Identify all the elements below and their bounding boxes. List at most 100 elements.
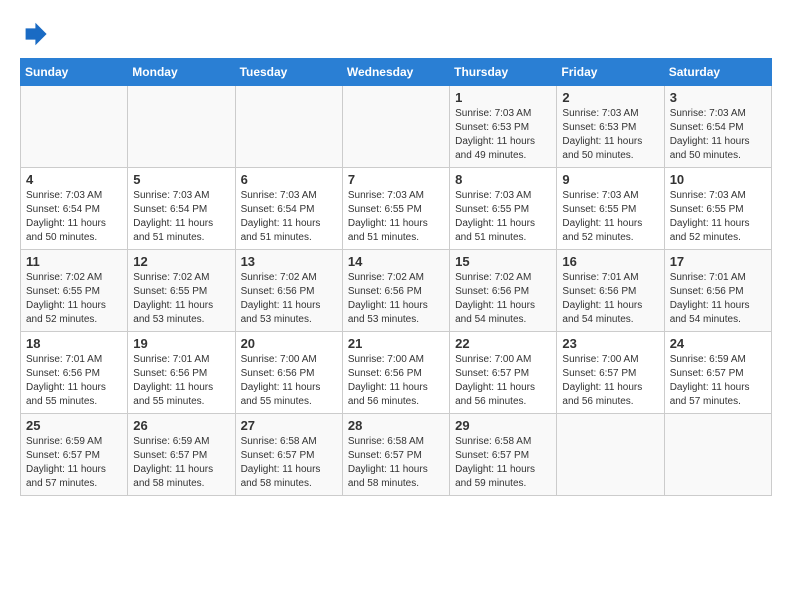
column-header-sunday: Sunday — [21, 59, 128, 86]
calendar-cell: 5 Sunrise: 7:03 AMSunset: 6:54 PMDaylight… — [128, 168, 235, 250]
page-header — [20, 20, 772, 48]
day-number: 5 — [133, 172, 229, 187]
calendar-cell: 16 Sunrise: 7:01 AMSunset: 6:56 PMDayligh… — [557, 250, 664, 332]
calendar-cell: 9 Sunrise: 7:03 AMSunset: 6:55 PMDaylight… — [557, 168, 664, 250]
day-info: Sunrise: 7:03 AMSunset: 6:54 PMDaylight:… — [241, 189, 337, 245]
calendar-cell: 12 Sunrise: 7:02 AMSunset: 6:55 PMDayligh… — [128, 250, 235, 332]
calendar-cell: 6Sunrise: 7:03 AMSunset: 6:54 PMDaylight… — [235, 168, 342, 250]
day-info: Sunrise: 7:03 AMSunset: 6:55 PMDaylight:… — [455, 189, 551, 245]
day-info: Sunrise: 6:58 AMSunset: 6:57 PMDaylight:… — [348, 435, 444, 491]
day-number: 28 — [348, 418, 444, 433]
day-info: Sunrise: 7:01 AMSunset: 6:56 PMDaylight:… — [133, 353, 229, 409]
day-number: 22 — [455, 336, 551, 351]
day-number: 25 — [26, 418, 122, 433]
calendar-cell — [128, 86, 235, 168]
calendar-cell — [557, 414, 664, 496]
calendar-cell: 8 Sunrise: 7:03 AMSunset: 6:55 PMDaylight… — [450, 168, 557, 250]
calendar-header: SundayMondayTuesdayWednesdayThursdayFrid… — [21, 59, 772, 86]
day-number: 7 — [348, 172, 444, 187]
column-header-tuesday: Tuesday — [235, 59, 342, 86]
calendar-cell: 19 Sunrise: 7:01 AMSunset: 6:56 PMDayligh… — [128, 332, 235, 414]
calendar-cell: 25 Sunrise: 6:59 AMSunset: 6:57 PMDayligh… — [21, 414, 128, 496]
calendar-cell: 17Sunrise: 7:01 AMSunset: 6:56 PMDayligh… — [664, 250, 771, 332]
day-info: Sunrise: 7:03 AMSunset: 6:54 PMDaylight:… — [670, 107, 766, 163]
day-info: Sunrise: 7:03 AMSunset: 6:55 PMDaylight:… — [562, 189, 658, 245]
calendar-cell: 24Sunrise: 6:59 AMSunset: 6:57 PMDayligh… — [664, 332, 771, 414]
day-number: 24 — [670, 336, 766, 351]
day-info: Sunrise: 7:03 AMSunset: 6:54 PMDaylight:… — [133, 189, 229, 245]
day-info: Sunrise: 7:00 AMSunset: 6:57 PMDaylight:… — [455, 353, 551, 409]
calendar-cell: 20Sunrise: 7:00 AMSunset: 6:56 PMDayligh… — [235, 332, 342, 414]
day-info: Sunrise: 7:02 AMSunset: 6:56 PMDaylight:… — [348, 271, 444, 327]
day-number: 2 — [562, 90, 658, 105]
day-number: 18 — [26, 336, 122, 351]
day-number: 16 — [562, 254, 658, 269]
column-header-monday: Monday — [128, 59, 235, 86]
day-number: 19 — [133, 336, 229, 351]
day-info: Sunrise: 7:01 AMSunset: 6:56 PMDaylight:… — [26, 353, 122, 409]
header-row: SundayMondayTuesdayWednesdayThursdayFrid… — [21, 59, 772, 86]
week-row-2: 4 Sunrise: 7:03 AMSunset: 6:54 PMDaylight… — [21, 168, 772, 250]
day-info: Sunrise: 7:03 AMSunset: 6:53 PMDaylight:… — [455, 107, 551, 163]
day-number: 14 — [348, 254, 444, 269]
day-number: 21 — [348, 336, 444, 351]
day-number: 29 — [455, 418, 551, 433]
calendar-cell: 15 Sunrise: 7:02 AMSunset: 6:56 PMDayligh… — [450, 250, 557, 332]
calendar-cell: 13 Sunrise: 7:02 AMSunset: 6:56 PMDayligh… — [235, 250, 342, 332]
day-number: 20 — [241, 336, 337, 351]
day-number: 4 — [26, 172, 122, 187]
day-number: 12 — [133, 254, 229, 269]
day-number: 23 — [562, 336, 658, 351]
day-info: Sunrise: 7:03 AMSunset: 6:55 PMDaylight:… — [348, 189, 444, 245]
logo — [20, 20, 52, 48]
column-header-saturday: Saturday — [664, 59, 771, 86]
calendar-cell — [235, 86, 342, 168]
calendar-table: SundayMondayTuesdayWednesdayThursdayFrid… — [20, 58, 772, 496]
calendar-cell: 11Sunrise: 7:02 AMSunset: 6:55 PMDayligh… — [21, 250, 128, 332]
calendar-cell: 27 Sunrise: 6:58 AMSunset: 6:57 PMDayligh… — [235, 414, 342, 496]
day-info: Sunrise: 7:02 AMSunset: 6:55 PMDaylight:… — [133, 271, 229, 327]
calendar-cell: 22 Sunrise: 7:00 AMSunset: 6:57 PMDayligh… — [450, 332, 557, 414]
day-number: 1 — [455, 90, 551, 105]
day-info: Sunrise: 6:58 AMSunset: 6:57 PMDaylight:… — [241, 435, 337, 491]
day-number: 15 — [455, 254, 551, 269]
day-info: Sunrise: 6:58 AMSunset: 6:57 PMDaylight:… — [455, 435, 551, 491]
day-number: 9 — [562, 172, 658, 187]
day-info: Sunrise: 7:00 AMSunset: 6:57 PMDaylight:… — [562, 353, 658, 409]
week-row-4: 18 Sunrise: 7:01 AMSunset: 6:56 PMDayligh… — [21, 332, 772, 414]
calendar-cell: 7 Sunrise: 7:03 AMSunset: 6:55 PMDaylight… — [342, 168, 449, 250]
day-info: Sunrise: 7:01 AMSunset: 6:56 PMDaylight:… — [562, 271, 658, 327]
day-number: 10 — [670, 172, 766, 187]
day-info: Sunrise: 7:03 AMSunset: 6:54 PMDaylight:… — [26, 189, 122, 245]
day-info: Sunrise: 7:02 AMSunset: 6:56 PMDaylight:… — [241, 271, 337, 327]
calendar-cell: 10 Sunrise: 7:03 AMSunset: 6:55 PMDayligh… — [664, 168, 771, 250]
day-info: Sunrise: 7:00 AMSunset: 6:56 PMDaylight:… — [348, 353, 444, 409]
calendar-cell: 1 Sunrise: 7:03 AMSunset: 6:53 PMDaylight… — [450, 86, 557, 168]
day-number: 13 — [241, 254, 337, 269]
day-info: Sunrise: 7:01 AMSunset: 6:56 PMDaylight:… — [670, 271, 766, 327]
calendar-cell: 3Sunrise: 7:03 AMSunset: 6:54 PMDaylight… — [664, 86, 771, 168]
day-info: Sunrise: 7:03 AMSunset: 6:53 PMDaylight:… — [562, 107, 658, 163]
day-number: 26 — [133, 418, 229, 433]
column-header-thursday: Thursday — [450, 59, 557, 86]
week-row-5: 25 Sunrise: 6:59 AMSunset: 6:57 PMDayligh… — [21, 414, 772, 496]
week-row-1: 1 Sunrise: 7:03 AMSunset: 6:53 PMDaylight… — [21, 86, 772, 168]
day-info: Sunrise: 7:03 AMSunset: 6:55 PMDaylight:… — [670, 189, 766, 245]
calendar-cell: 21 Sunrise: 7:00 AMSunset: 6:56 PMDayligh… — [342, 332, 449, 414]
day-info: Sunrise: 6:59 AMSunset: 6:57 PMDaylight:… — [133, 435, 229, 491]
day-info: Sunrise: 7:02 AMSunset: 6:56 PMDaylight:… — [455, 271, 551, 327]
calendar-cell: 4 Sunrise: 7:03 AMSunset: 6:54 PMDaylight… — [21, 168, 128, 250]
calendar-cell: 28 Sunrise: 6:58 AMSunset: 6:57 PMDayligh… — [342, 414, 449, 496]
calendar-cell: 23 Sunrise: 7:00 AMSunset: 6:57 PMDayligh… — [557, 332, 664, 414]
day-number: 8 — [455, 172, 551, 187]
day-info: Sunrise: 6:59 AMSunset: 6:57 PMDaylight:… — [26, 435, 122, 491]
calendar-cell: 2 Sunrise: 7:03 AMSunset: 6:53 PMDaylight… — [557, 86, 664, 168]
column-header-friday: Friday — [557, 59, 664, 86]
calendar-cell — [21, 86, 128, 168]
calendar-cell — [664, 414, 771, 496]
calendar-cell — [342, 86, 449, 168]
calendar-cell: 29 Sunrise: 6:58 AMSunset: 6:57 PMDayligh… — [450, 414, 557, 496]
calendar-cell: 14 Sunrise: 7:02 AMSunset: 6:56 PMDayligh… — [342, 250, 449, 332]
day-number: 27 — [241, 418, 337, 433]
calendar-body: 1 Sunrise: 7:03 AMSunset: 6:53 PMDaylight… — [21, 86, 772, 496]
